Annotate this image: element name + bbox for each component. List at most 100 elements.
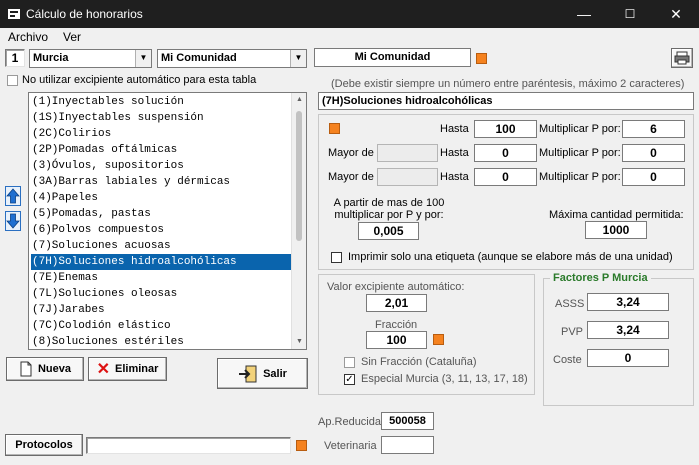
mult-label-1: Multiplicar P por:: [539, 123, 621, 135]
list-item[interactable]: (5)Pomadas, pastas: [31, 206, 291, 222]
arrow-up-icon: [6, 188, 20, 204]
community-select[interactable]: Mi Comunidad ▼: [157, 49, 307, 68]
eliminar-button[interactable]: ✕ Eliminar: [88, 357, 167, 381]
table-name-field[interactable]: (7H)Soluciones hidroalcohólicas: [318, 92, 694, 110]
hasta-field-2[interactable]: 0: [474, 144, 537, 162]
apartir-field[interactable]: 0,005: [358, 222, 419, 240]
asss-label: ASSS: [555, 298, 585, 310]
list-item[interactable]: (2C)Colirios: [31, 126, 291, 142]
community-value: Mi Comunidad: [161, 52, 237, 64]
max-field[interactable]: 1000: [585, 221, 647, 239]
ap-reducida-label: Ap.Reducida: [318, 416, 381, 428]
list-item-selected[interactable]: (7H)Soluciones hidroalcohólicas: [31, 254, 291, 270]
mayor-label-2: Mayor de: [328, 147, 374, 159]
delete-x-icon: ✕: [96, 361, 110, 378]
factores-group: Factores P Murcia ASSS 3,24 PVP 3,24 Cos…: [543, 272, 694, 406]
printer-icon: [674, 51, 690, 65]
no-excipient-label: No utilizar excipiente automático para e…: [22, 74, 257, 86]
move-up-button[interactable]: [5, 186, 21, 206]
mayor-field-2[interactable]: [377, 144, 438, 162]
range-color-button[interactable]: [329, 123, 340, 134]
province-select[interactable]: Murcia ▼: [29, 49, 152, 68]
scrollbar-thumb[interactable]: [296, 111, 302, 241]
asss-field[interactable]: 3,24: [587, 293, 669, 311]
max-label: Máxima cantidad permitida:: [549, 209, 684, 221]
coste-field[interactable]: 0: [587, 349, 669, 367]
fraccion-field[interactable]: 100: [366, 331, 427, 349]
mayor-field-3[interactable]: [377, 168, 438, 186]
title-bar: Cálculo de honorarios — ☐ ✕: [0, 0, 699, 28]
especial-murcia-label: Especial Murcia (3, 11, 13, 17, 18): [361, 373, 528, 385]
factores-title: Factores P Murcia: [550, 272, 651, 284]
no-excipient-checkbox[interactable]: [7, 75, 18, 86]
mult-field-3[interactable]: 0: [622, 168, 685, 186]
move-down-button[interactable]: [5, 211, 21, 231]
scroll-down-icon[interactable]: ▼: [292, 335, 306, 349]
exit-door-icon: [239, 365, 257, 382]
print-button[interactable]: [671, 48, 693, 68]
hasta-field-3[interactable]: 0: [474, 168, 537, 186]
window-title: Cálculo de honorarios: [26, 7, 143, 21]
mult-label-2: Multiplicar P por:: [539, 147, 621, 159]
maximize-button[interactable]: ☐: [607, 0, 653, 28]
protocolos-color-button[interactable]: [296, 440, 307, 451]
list-item[interactable]: (1S)Inyectables suspensión: [31, 110, 291, 126]
protocolos-button[interactable]: Protocolos: [5, 434, 83, 456]
sin-fraccion-label: Sin Fracción (Cataluña): [361, 356, 477, 368]
apartir-label: A partir de mas de 100 multiplicar por P…: [333, 197, 445, 221]
veterinaria-label: Veterinaria: [324, 440, 377, 452]
list-item[interactable]: (2P)Pomadas oftálmicas: [31, 142, 291, 158]
color-picker-button[interactable]: [476, 53, 487, 64]
veterinaria-field[interactable]: [381, 436, 434, 454]
salir-label: Salir: [263, 367, 287, 380]
fraccion-color-button[interactable]: [433, 334, 444, 345]
print-single-label-checkbox[interactable]: [331, 252, 342, 263]
list-item[interactable]: (7L)Soluciones oleosas: [31, 286, 291, 302]
arrow-down-icon: [6, 213, 20, 229]
coste-label: Coste: [553, 354, 582, 366]
menu-bar: Archivo Ver: [0, 28, 699, 47]
excipient-label: Valor excipiente automático:: [327, 281, 465, 293]
eliminar-label: Eliminar: [115, 363, 159, 375]
community-field[interactable]: Mi Comunidad: [314, 48, 471, 67]
mult-field-1[interactable]: 6: [622, 120, 685, 138]
menu-ver[interactable]: Ver: [63, 30, 81, 44]
province-value: Murcia: [33, 52, 69, 64]
list-item[interactable]: (4)Papeles: [31, 190, 291, 206]
list-item[interactable]: (8)Soluciones estériles: [31, 334, 291, 349]
list-item[interactable]: (6)Polvos compuestos: [31, 222, 291, 238]
list-item[interactable]: (1)Inyectables solución: [31, 94, 291, 110]
hasta-label-3: Hasta: [440, 171, 469, 183]
print-single-label-text: Imprimir solo una etiqueta (aunque se el…: [348, 251, 673, 263]
mult-field-2[interactable]: 0: [622, 144, 685, 162]
list-item[interactable]: (7C)Colodión elástico: [31, 318, 291, 334]
excipient-field[interactable]: 2,01: [366, 294, 427, 312]
list-item[interactable]: (7J)Jarabes: [31, 302, 291, 318]
table-number: 1: [5, 49, 25, 67]
list-item[interactable]: (7E)Enemas: [31, 270, 291, 286]
hasta-label-1: Hasta: [440, 123, 469, 135]
menu-archivo[interactable]: Archivo: [8, 30, 48, 44]
list-item[interactable]: (3A)Barras labiales y dérmicas: [31, 174, 291, 190]
nueva-button[interactable]: Nueva: [6, 357, 84, 381]
list-item[interactable]: (7)Soluciones acuosas: [31, 238, 291, 254]
minimize-button[interactable]: —: [561, 0, 607, 28]
especial-murcia-checkbox[interactable]: ✓: [344, 374, 355, 385]
close-button[interactable]: ✕: [653, 0, 699, 28]
excipient-group: Valor excipiente automático: 2,01 Fracci…: [318, 274, 535, 395]
pvp-field[interactable]: 3,24: [587, 321, 669, 339]
mult-label-3: Multiplicar P por:: [539, 171, 621, 183]
protocolos-field[interactable]: [86, 437, 291, 454]
table-list[interactable]: (1)Inyectables solución (1S)Inyectables …: [28, 92, 307, 350]
sin-fraccion-checkbox[interactable]: [344, 357, 355, 368]
chevron-down-icon: ▼: [135, 50, 151, 67]
hasta-field-1[interactable]: 100: [474, 120, 537, 138]
new-document-icon: [20, 361, 32, 377]
mayor-label-3: Mayor de: [328, 171, 374, 183]
list-scrollbar[interactable]: ▲ ▼: [291, 93, 306, 349]
ap-reducida-field[interactable]: 500058: [381, 412, 434, 430]
list-item[interactable]: (3)Óvulos, supositorios: [31, 158, 291, 174]
salir-button[interactable]: Salir: [217, 358, 308, 389]
scroll-up-icon[interactable]: ▲: [292, 93, 306, 107]
chevron-down-icon: ▼: [290, 50, 306, 67]
